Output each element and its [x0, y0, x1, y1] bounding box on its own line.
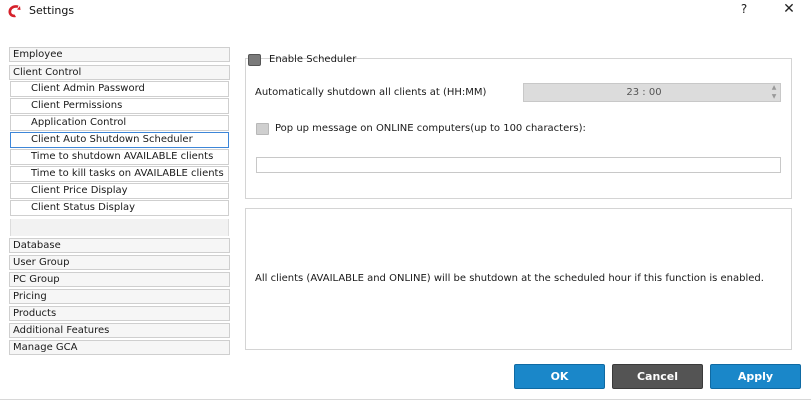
nav-section-employee[interactable]: Employee [9, 47, 230, 62]
enable-scheduler-row[interactable]: Enable Scheduler [248, 53, 356, 67]
title-bar: Settings ? ✕ [0, 0, 811, 22]
nav-item-client-admin-password[interactable]: Client Admin Password [10, 81, 229, 97]
window-title: Settings [29, 4, 75, 17]
apply-button[interactable]: Apply [710, 364, 801, 389]
app-logo-icon [6, 3, 22, 19]
chevron-up-icon[interactable]: ▲ [768, 84, 780, 92]
shutdown-time-spinner[interactable]: 23 : 00 ▲ ▼ [523, 83, 781, 102]
nav-item-client-status-display[interactable]: Client Status Display [10, 200, 229, 216]
nav-section-user-group[interactable]: User Group [9, 255, 230, 270]
settings-nav: Employee Client Control Client Admin Pas… [9, 47, 230, 357]
popup-message-checkbox[interactable] [256, 123, 269, 135]
nav-section-client-control[interactable]: Client Control [9, 65, 230, 80]
popup-message-input[interactable] [256, 157, 781, 173]
shutdown-time-label: Automatically shutdown all clients at (H… [255, 87, 487, 98]
nav-item-time-to-shutdown-available[interactable]: Time to shutdown AVAILABLE clients [10, 149, 229, 165]
nav-section-manage-gca[interactable]: Manage GCA [9, 340, 230, 355]
chevron-down-icon[interactable]: ▼ [768, 93, 780, 101]
nav-section-products[interactable]: Products [9, 306, 230, 321]
enable-scheduler-toggle[interactable] [248, 54, 261, 66]
nav-item-client-permissions[interactable]: Client Permissions [10, 98, 229, 114]
help-button[interactable]: ? [736, 2, 752, 20]
ok-button[interactable]: OK [514, 364, 605, 389]
nav-spacer [10, 219, 229, 236]
info-text: All clients (AVAILABLE and ONLINE) will … [255, 273, 764, 284]
nav-item-application-control[interactable]: Application Control [10, 115, 229, 131]
nav-section-pricing[interactable]: Pricing [9, 289, 230, 304]
shutdown-time-value: 23 : 00 [626, 87, 662, 98]
cancel-button[interactable]: Cancel [612, 364, 703, 389]
nav-item-time-to-kill-tasks[interactable]: Time to kill tasks on AVAILABLE clients [10, 166, 229, 182]
enable-scheduler-label: Enable Scheduler [269, 54, 357, 65]
popup-message-label: Pop up message on ONLINE computers(up to… [275, 123, 586, 134]
nav-section-additional-features[interactable]: Additional Features [9, 323, 230, 338]
settings-window: Settings ? ✕ Employee Client Control Cli… [0, 0, 811, 400]
nav-section-pc-group[interactable]: PC Group [9, 272, 230, 287]
nav-item-client-price-display[interactable]: Client Price Display [10, 183, 229, 199]
nav-section-database[interactable]: Database [9, 238, 230, 253]
close-button[interactable]: ✕ [780, 1, 798, 21]
nav-item-client-auto-shutdown-scheduler[interactable]: Client Auto Shutdown Scheduler [10, 132, 229, 148]
